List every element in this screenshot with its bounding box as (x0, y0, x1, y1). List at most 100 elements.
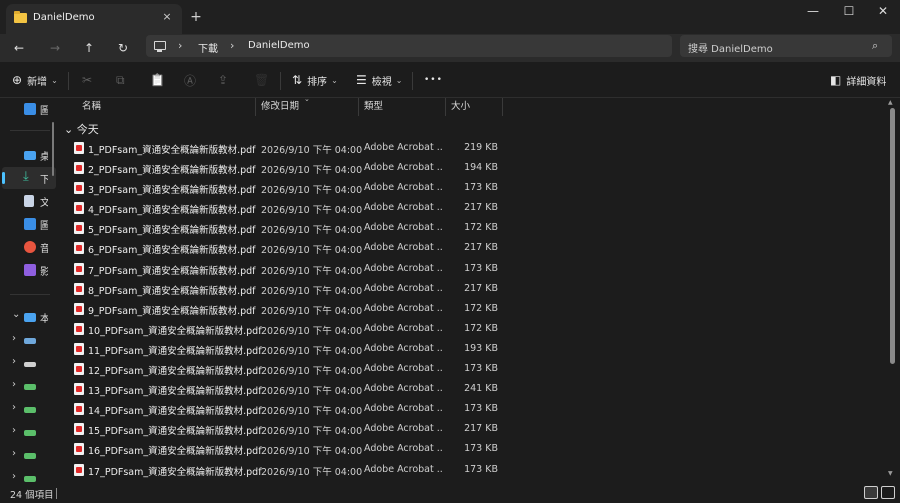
chevron-right-icon[interactable]: › (12, 448, 16, 459)
column-header-size[interactable]: 大小 (451, 98, 470, 116)
sidebar-item-drive[interactable]: › (2, 468, 56, 484)
chevron-right-icon[interactable]: › (12, 402, 16, 413)
sidebar-item-this-pc[interactable]: ⌄ 本 (2, 306, 56, 328)
file-row[interactable]: 3_PDFsam_資通安全概論新版教材.pdf 2026/9/10 下午 04:0… (58, 178, 888, 198)
tab-close-icon[interactable]: × (159, 9, 175, 25)
file-date: 2026/9/10 下午 04:00 (261, 245, 363, 257)
file-row[interactable]: 8_PDFsam_資通安全概論新版教材.pdf 2026/9/10 下午 04:0… (58, 279, 888, 299)
chevron-down-icon[interactable]: ⌄ (64, 123, 73, 136)
column-divider[interactable] (358, 98, 359, 116)
chevron-right-icon[interactable]: › (12, 379, 16, 390)
file-row[interactable]: 17_PDFsam_資通安全概論新版教材.pdf 2026/9/10 下午 04:… (58, 460, 888, 480)
view-icon: ☰ (356, 73, 367, 87)
back-icon[interactable]: ← (8, 38, 30, 58)
file-row[interactable]: 15_PDFsam_資通安全概論新版教材.pdf 2026/9/10 下午 04:… (58, 419, 888, 439)
sidebar-item-drive[interactable]: › (2, 376, 56, 398)
file-row[interactable]: 5_PDFsam_資通安全概論新版教材.pdf 2026/9/10 下午 04:0… (58, 218, 888, 238)
minimize-icon[interactable]: — (798, 2, 828, 22)
sidebar-item-videos[interactable]: 影 (2, 259, 56, 281)
sidebar-item-label: 影 (40, 267, 48, 278)
paste-button[interactable]: 📋 (150, 62, 170, 98)
chevron-right-icon[interactable]: › (12, 356, 16, 367)
chevron-right-icon[interactable]: › (230, 39, 234, 52)
file-row[interactable]: 16_PDFsam_資通安全概論新版教材.pdf 2026/9/10 下午 04:… (58, 439, 888, 459)
chevron-right-icon[interactable]: › (12, 471, 16, 482)
sidebar-item-desktop[interactable]: 桌 (2, 144, 56, 166)
sidebar-item-drive[interactable]: › (2, 399, 56, 421)
more-options-icon[interactable]: ••• (424, 62, 443, 98)
view-button[interactable]: ☰ 檢視 ⌄ (356, 62, 402, 98)
pdf-file-icon (74, 302, 84, 315)
up-icon[interactable]: ↑ (78, 38, 100, 58)
large-icons-view-icon[interactable] (881, 486, 895, 499)
file-row[interactable]: 2_PDFsam_資通安全概論新版教材.pdf 2026/9/10 下午 04:0… (58, 158, 888, 178)
close-window-icon[interactable]: ✕ (868, 2, 898, 22)
file-date: 2026/9/10 下午 04:00 (261, 185, 363, 197)
pictures-icon (24, 103, 36, 115)
file-type: Adobe Acrobat ... (364, 423, 442, 435)
breadcrumb-downloads[interactable]: 下載 (198, 40, 218, 55)
column-divider[interactable] (255, 98, 256, 116)
tab-danieldemo[interactable]: DanielDemo × (6, 4, 182, 34)
cut-button[interactable]: ✂ (82, 62, 97, 98)
new-tab-icon[interactable]: + (188, 9, 204, 25)
forward-icon[interactable]: → (44, 38, 66, 58)
group-header-today[interactable]: ⌄ 今天 (64, 121, 99, 137)
chevron-down-icon[interactable]: ⌄ (12, 309, 20, 320)
column-header-date[interactable]: 修改日期 (261, 98, 299, 116)
file-row[interactable]: 11_PDFsam_資通安全概論新版教材.pdf 2026/9/10 下午 04:… (58, 339, 888, 359)
paste-icon: 📋 (150, 73, 165, 87)
sidebar-item-drive[interactable]: › (2, 330, 56, 352)
delete-button[interactable]: 🗑 (254, 62, 274, 98)
rename-button[interactable]: Ⓐ (184, 62, 201, 98)
file-row[interactable]: 12_PDFsam_資通安全概論新版教材.pdf 2026/9/10 下午 04:… (58, 359, 888, 379)
drive-icon (24, 362, 36, 367)
chevron-right-icon[interactable]: › (12, 333, 16, 344)
this-pc-icon[interactable] (154, 41, 166, 52)
file-row[interactable]: 4_PDFsam_資通安全概論新版教材.pdf 2026/9/10 下午 04:0… (58, 198, 888, 218)
new-button[interactable]: ⊕ 新增 ⌄ (12, 62, 58, 98)
scroll-down-icon[interactable]: ▼ (888, 470, 893, 477)
maximize-icon[interactable]: ☐ (834, 2, 864, 22)
chevron-right-icon[interactable]: › (12, 425, 16, 436)
search-input[interactable]: 搜尋 DanielDemo ⌕ (680, 35, 892, 57)
sidebar-item-music[interactable]: 音 (2, 236, 56, 258)
title-bar: DanielDemo × + — ☐ ✕ (0, 0, 900, 34)
sidebar-item-drive[interactable]: › (2, 445, 56, 467)
file-list: 名稱 ⌄ 修改日期 類型 大小 ⌄ 今天 1_PDFsam_資通安全概論新版教材… (58, 95, 900, 484)
file-row[interactable]: 13_PDFsam_資通安全概論新版教材.pdf 2026/9/10 下午 04:… (58, 379, 888, 399)
details-button[interactable]: ◧ 詳細資料 (830, 62, 886, 98)
file-row[interactable]: 1_PDFsam_資通安全概論新版教材.pdf 2026/9/10 下午 04:0… (58, 138, 888, 158)
command-bar: ⊕ 新增 ⌄ ✂ ⧉ 📋 Ⓐ ⇪ 🗑 ⇅ 排序 ⌄ ☰ 檢視 ⌄ ••• ◧ 詳… (0, 62, 900, 98)
scroll-up-icon[interactable]: ▲ (888, 99, 893, 106)
sidebar-item-pictures-2[interactable]: 圖 (2, 213, 56, 235)
sidebar-item-documents[interactable]: 文 (2, 190, 56, 212)
file-row[interactable]: 9_PDFsam_資通安全概論新版教材.pdf 2026/9/10 下午 04:0… (58, 299, 888, 319)
sidebar-item-drive[interactable]: › (2, 353, 56, 375)
file-row[interactable]: 14_PDFsam_資通安全概論新版教材.pdf 2026/9/10 下午 04:… (58, 399, 888, 419)
file-row[interactable]: 10_PDFsam_資通安全概論新版教材.pdf 2026/9/10 下午 04:… (58, 319, 888, 339)
column-divider[interactable] (445, 98, 446, 116)
file-type: Adobe Acrobat ... (364, 403, 442, 415)
breadcrumb-danieldemo[interactable]: DanielDemo (248, 40, 310, 51)
sidebar-item-drive[interactable]: › (2, 422, 56, 444)
file-row[interactable]: 7_PDFsam_資通安全概論新版教材.pdf 2026/9/10 下午 04:0… (58, 259, 888, 279)
pdf-file-icon (74, 182, 84, 195)
search-icon[interactable]: ⌕ (872, 39, 878, 53)
copy-button[interactable]: ⧉ (116, 62, 130, 98)
vertical-scrollbar[interactable] (890, 108, 895, 364)
chevron-right-icon[interactable]: › (178, 39, 182, 52)
column-header-name[interactable]: 名稱 (82, 98, 101, 116)
sort-button[interactable]: ⇅ 排序 ⌄ (292, 62, 338, 98)
column-header-type[interactable]: 類型 (364, 98, 383, 116)
address-bar[interactable]: › 下載 › DanielDemo (146, 35, 672, 57)
details-view-icon[interactable] (864, 486, 878, 499)
sidebar-item-downloads[interactable]: ⤓ 下 (2, 167, 56, 189)
sidebar-scrollbar[interactable] (52, 122, 54, 176)
sidebar-item-pictures[interactable]: 圖 (2, 98, 56, 120)
file-date: 2026/9/10 下午 04:00 (261, 265, 363, 277)
column-divider[interactable] (502, 98, 503, 116)
file-row[interactable]: 6_PDFsam_資通安全概論新版教材.pdf 2026/9/10 下午 04:0… (58, 238, 888, 258)
share-button[interactable]: ⇪ (218, 62, 233, 98)
refresh-icon[interactable]: ↻ (112, 38, 134, 58)
